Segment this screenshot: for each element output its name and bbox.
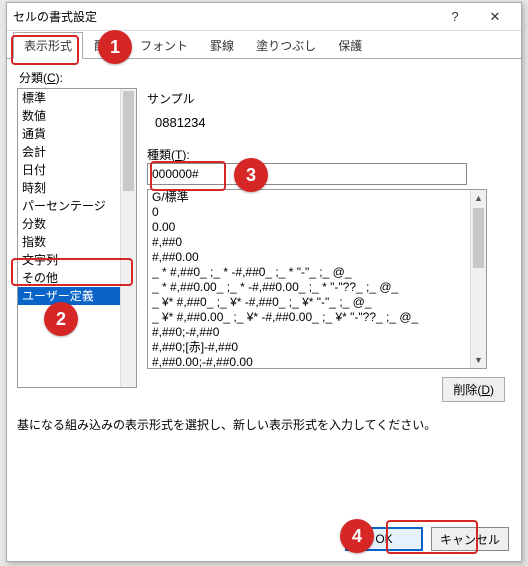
type-input[interactable] xyxy=(147,163,467,185)
type-label: 種類(T): xyxy=(147,146,511,163)
list-item[interactable]: 標準 xyxy=(18,89,136,107)
scrollbar-thumb[interactable] xyxy=(123,91,134,191)
list-item[interactable]: #,##0;-#,##0 xyxy=(148,325,486,340)
help-button[interactable]: ? xyxy=(435,5,475,29)
list-item[interactable]: 時刻 xyxy=(18,179,136,197)
badge-3: 3 xyxy=(234,158,268,192)
list-item[interactable]: 分数 xyxy=(18,215,136,233)
dialog-body: 分類(C): 標準数値通貨会計日付時刻パーセンテージ分数指数文字列その他ユーザー… xyxy=(7,59,521,443)
list-item[interactable]: 0 xyxy=(148,205,486,220)
list-item[interactable]: #,##0.00 xyxy=(148,250,486,265)
titlebar[interactable]: セルの書式設定 ? ✕ xyxy=(7,3,521,31)
list-item[interactable]: _ * #,##0_ ;_ * -#,##0_ ;_ * "-"_ ;_ @_ xyxy=(148,265,486,280)
dialog-title: セルの書式設定 xyxy=(13,8,435,25)
list-item[interactable]: パーセンテージ xyxy=(18,197,136,215)
hint-text: 基になる組み込みの表示形式を選択し、新しい表示形式を入力してください。 xyxy=(17,416,511,433)
tab-strip: 表示形式 配置 フォント 罫線 塗りつぶし 保護 xyxy=(7,31,521,59)
list-item[interactable]: _ * #,##0.00_ ;_ * -#,##0.00_ ;_ * "-"??… xyxy=(148,280,486,295)
scroll-up-icon[interactable]: ▲ xyxy=(471,190,486,206)
list-item[interactable]: #,##0 xyxy=(148,235,486,250)
list-item[interactable]: ユーザー定義 xyxy=(18,287,136,305)
tab-protection[interactable]: 保護 xyxy=(327,32,373,59)
scroll-down-icon[interactable]: ▼ xyxy=(471,352,486,368)
list-item[interactable]: その他 xyxy=(18,269,136,287)
list-item[interactable]: #,##0;[赤]-#,##0 xyxy=(148,340,486,355)
list-item[interactable]: _ ¥* #,##0.00_ ;_ ¥* -#,##0.00_ ;_ ¥* "-… xyxy=(148,310,486,325)
list-item[interactable]: G/標準 xyxy=(148,190,486,205)
list-item[interactable]: 指数 xyxy=(18,233,136,251)
sample-label: サンプル xyxy=(147,90,511,107)
sample-value: 0881234 xyxy=(147,111,511,140)
scrollbar[interactable] xyxy=(120,89,136,387)
tab-number-format[interactable]: 表示形式 xyxy=(13,32,83,59)
scrollbar-thumb[interactable] xyxy=(473,208,484,268)
list-item[interactable]: 会計 xyxy=(18,143,136,161)
list-item[interactable]: 0.00 xyxy=(148,220,486,235)
delete-button[interactable]: 削除(D) xyxy=(442,377,505,402)
category-listbox[interactable]: 標準数値通貨会計日付時刻パーセンテージ分数指数文字列その他ユーザー定義 xyxy=(17,88,137,388)
close-icon: ✕ xyxy=(490,9,501,25)
format-listbox[interactable]: G/標準00.00#,##0#,##0.00_ * #,##0_ ;_ * -#… xyxy=(147,189,487,369)
tab-font[interactable]: フォント xyxy=(129,32,199,59)
list-item[interactable]: 文字列 xyxy=(18,251,136,269)
format-cells-dialog: セルの書式設定 ? ✕ 表示形式 配置 フォント 罫線 塗りつぶし 保護 分類(… xyxy=(6,2,522,562)
tab-fill[interactable]: 塗りつぶし xyxy=(245,32,327,59)
scrollbar[interactable]: ▲ ▼ xyxy=(470,190,486,368)
list-item[interactable]: 日付 xyxy=(18,161,136,179)
list-item[interactable]: 数値 xyxy=(18,107,136,125)
list-item[interactable]: _ ¥* #,##0_ ;_ ¥* -#,##0_ ;_ ¥* "-"_ ;_ … xyxy=(148,295,486,310)
category-label: 分類(C): xyxy=(19,69,511,86)
cancel-button[interactable]: キャンセル xyxy=(431,527,509,551)
close-button[interactable]: ✕ xyxy=(475,5,515,29)
badge-2: 2 xyxy=(44,302,78,336)
badge-1: 1 xyxy=(98,30,132,64)
badge-4: 4 xyxy=(340,519,374,553)
list-item[interactable]: 通貨 xyxy=(18,125,136,143)
tab-border[interactable]: 罫線 xyxy=(199,32,245,59)
list-item[interactable]: #,##0.00;-#,##0.00 xyxy=(148,355,486,369)
